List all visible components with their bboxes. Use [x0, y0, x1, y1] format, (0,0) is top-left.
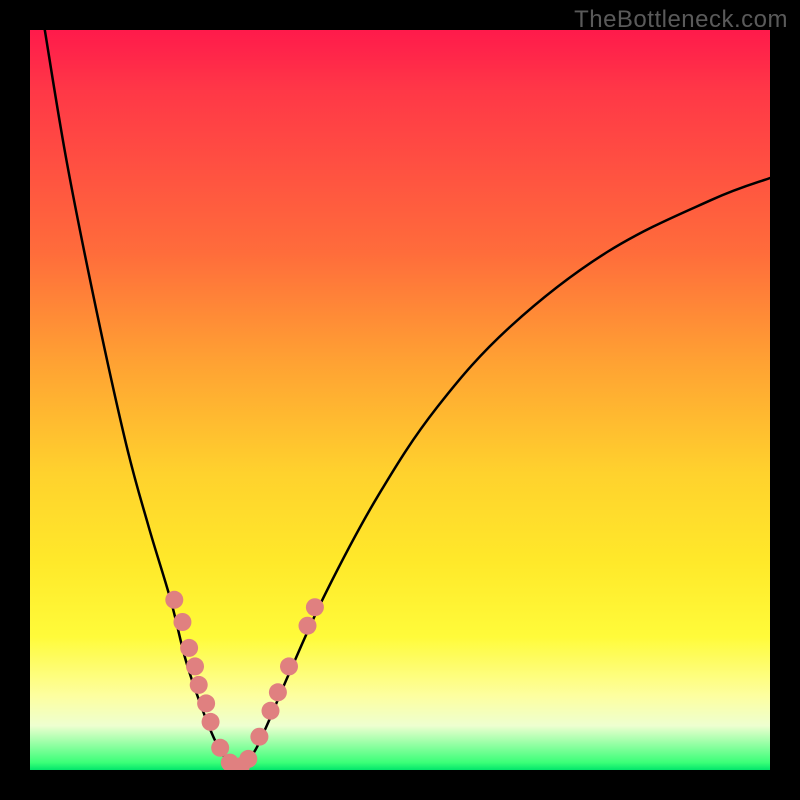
scatter-dot [202, 713, 220, 731]
scatter-dot [269, 683, 287, 701]
scatter-dots [165, 591, 324, 770]
scatter-dot [186, 657, 204, 675]
scatter-dot [262, 702, 280, 720]
scatter-dot [173, 613, 191, 631]
scatter-dot [299, 617, 317, 635]
chart-svg [30, 30, 770, 770]
chart-frame: TheBottleneck.com [0, 0, 800, 800]
scatter-dot [306, 598, 324, 616]
scatter-dot [280, 657, 298, 675]
curve-left-branch [45, 30, 237, 766]
scatter-dot [165, 591, 183, 609]
scatter-dot [197, 694, 215, 712]
plot-area [30, 30, 770, 770]
scatter-dot [190, 676, 208, 694]
scatter-dot [180, 639, 198, 657]
curve-right-branch [237, 178, 770, 766]
scatter-dot [250, 728, 268, 746]
scatter-dot [211, 739, 229, 757]
scatter-dot [239, 750, 257, 768]
watermark-text: TheBottleneck.com [574, 6, 788, 34]
